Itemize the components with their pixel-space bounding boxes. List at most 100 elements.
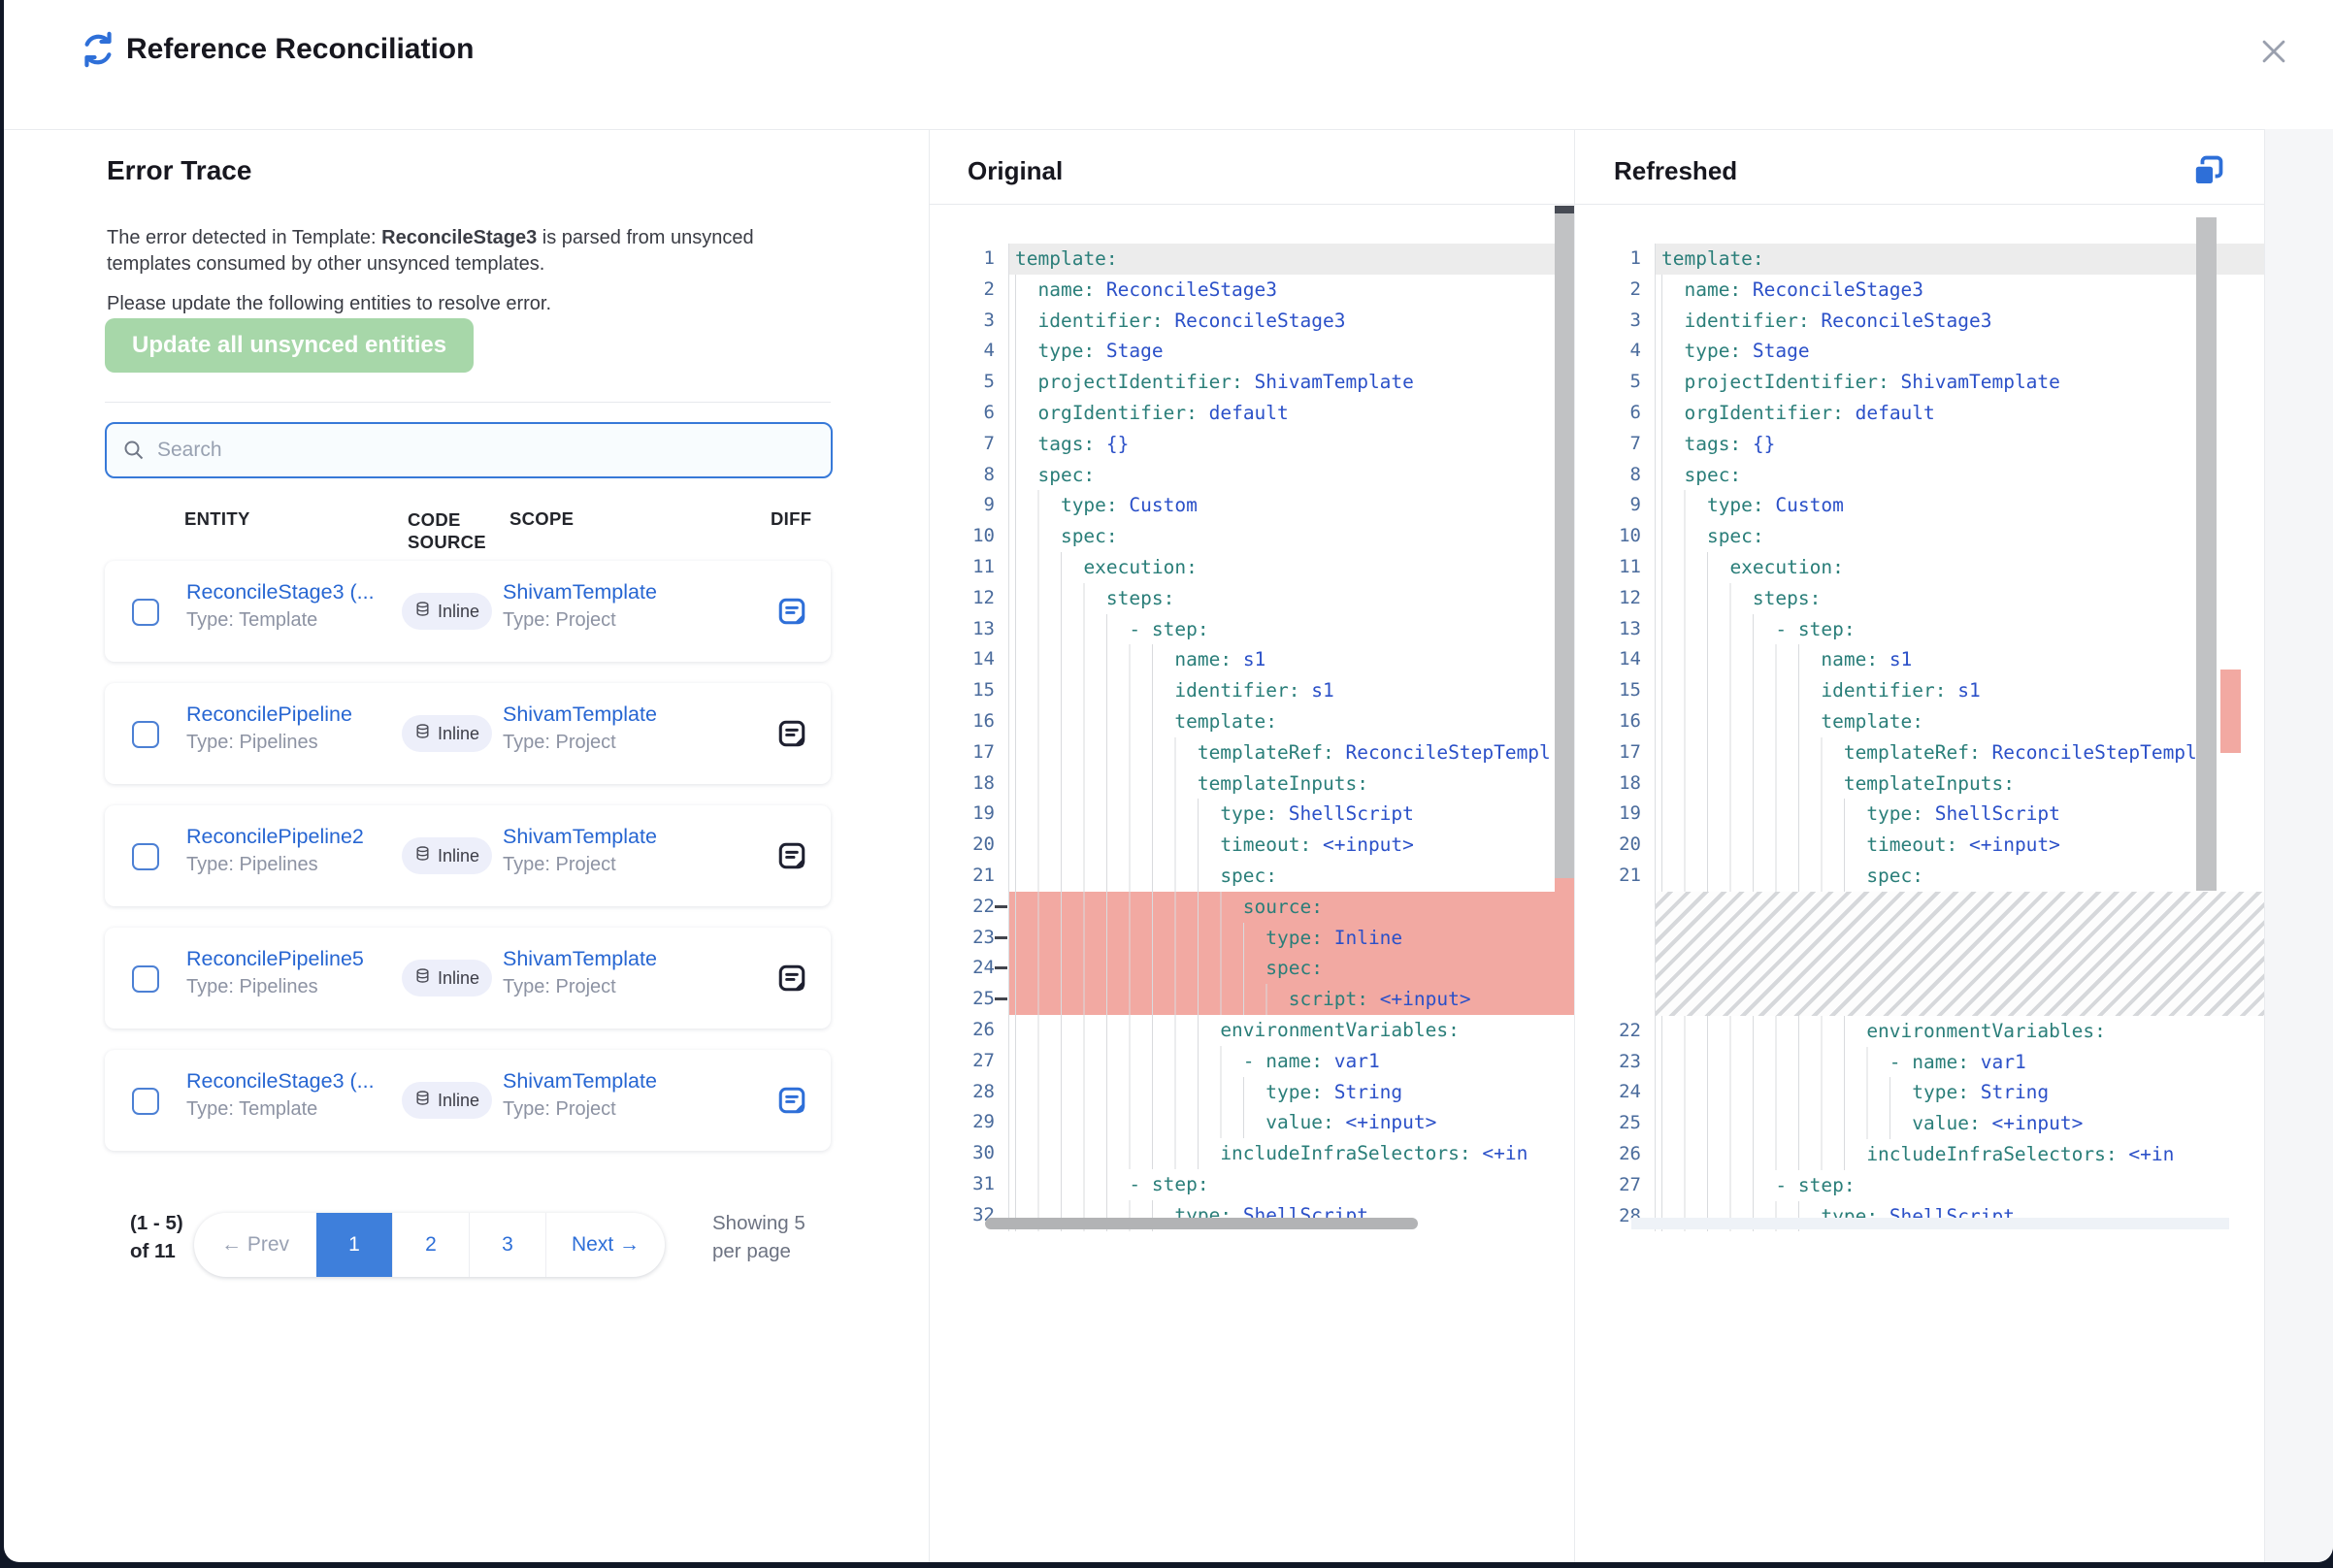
code-source-badge: Inline	[402, 960, 492, 996]
code-source-badge: Inline	[402, 593, 492, 630]
entity-type-label: Type: Pipelines	[186, 854, 390, 876]
scope-type-label: Type: Project	[503, 976, 726, 998]
original-horizontal-scrollbar[interactable]	[985, 1218, 1418, 1229]
dialog-title: Reference Reconciliation	[126, 33, 474, 66]
scope-link[interactable]: ShivamTemplate	[503, 947, 726, 971]
view-diff-button[interactable]	[776, 963, 807, 994]
code-line: 23- name: var1	[1575, 1047, 2264, 1078]
entity-cell: ReconcileStage3 (... Type: Template	[186, 1069, 390, 1121]
scope-cell: ShivamTemplate Type: Project	[503, 702, 726, 754]
search-input[interactable]	[155, 438, 831, 463]
entity-cell: ReconcileStage3 (... Type: Template	[186, 580, 390, 632]
page: Reference Reconciliation Error Trace The…	[0, 0, 2333, 1568]
code-line: 3identifier: ReconcileStage3	[1575, 306, 2264, 337]
view-diff-button[interactable]	[776, 1085, 807, 1116]
copy-icon[interactable]	[2189, 152, 2228, 191]
code-line: 16template:	[929, 706, 1574, 737]
code-line: 12steps:	[929, 583, 1574, 614]
code-line: 18templateInputs:	[1575, 768, 2264, 800]
scope-type-label: Type: Project	[503, 854, 726, 876]
refreshed-vertical-scrollbar[interactable]	[2196, 217, 2217, 891]
view-diff-button[interactable]	[776, 840, 807, 871]
code-line: 4type: Stage	[929, 336, 1574, 367]
inline-storage-icon	[414, 967, 431, 989]
code-line: 13- step:	[1575, 614, 2264, 645]
code-line: 19type: ShellScript	[1575, 799, 2264, 830]
scope-cell: ShivamTemplate Type: Project	[503, 947, 726, 998]
scope-link[interactable]: ShivamTemplate	[503, 702, 726, 727]
right-gutter	[2264, 129, 2333, 1562]
next-page-button[interactable]: Next →	[545, 1213, 665, 1277]
entity-cell: ReconcilePipeline Type: Pipelines	[186, 702, 390, 754]
code-line: 24type: String	[1575, 1077, 2264, 1108]
scope-cell: ShivamTemplate Type: Project	[503, 580, 726, 632]
code-line: 10spec:	[929, 521, 1574, 552]
column-scope: SCOPE	[509, 508, 574, 530]
row-checkbox[interactable]	[132, 843, 159, 870]
entity-cell: ReconcilePipeline5 Type: Pipelines	[186, 947, 390, 998]
code-line: 13- step:	[929, 614, 1574, 645]
entity-link[interactable]: ReconcileStage3 (...	[186, 1069, 390, 1094]
code-line: 17templateRef: ReconcileStepTempl	[929, 737, 1574, 768]
entity-table: ReconcileStage3 (... Type: Template Inli…	[105, 561, 831, 1172]
row-checkbox[interactable]	[132, 721, 159, 748]
divider	[105, 402, 831, 403]
entity-link[interactable]: ReconcileStage3 (...	[186, 580, 390, 604]
row-checkbox[interactable]	[132, 1088, 159, 1115]
column-diff: DIFF	[771, 508, 811, 530]
code-line: 18templateInputs:	[929, 768, 1574, 800]
code-line: 6orgIdentifier: default	[929, 398, 1574, 429]
scope-link[interactable]: ShivamTemplate	[503, 1069, 726, 1094]
code-line: 15identifier: s1	[1575, 675, 2264, 706]
code-line: 22environmentVariables:	[1575, 1016, 2264, 1047]
code-line: 5projectIdentifier: ShivamTemplate	[929, 367, 1574, 398]
prev-page-button[interactable]: ← Prev	[194, 1213, 316, 1277]
code-line: 10spec:	[1575, 521, 2264, 552]
error-description: The error detected in Template: Reconcil…	[107, 225, 786, 278]
code-source-label: Inline	[438, 968, 479, 989]
code-line: 16template:	[1575, 706, 2264, 737]
code-line: 7tags: {}	[929, 429, 1574, 460]
view-diff-button[interactable]	[776, 596, 807, 627]
table-row: ReconcilePipeline2 Type: Pipelines Inlin…	[105, 805, 831, 906]
view-diff-button[interactable]	[776, 718, 807, 749]
original-panel-title: Original	[968, 156, 1063, 186]
table-row: ReconcileStage3 (... Type: Template Inli…	[105, 1050, 831, 1151]
code-line: 28type: String	[929, 1077, 1574, 1108]
entity-link[interactable]: ReconcilePipeline	[186, 702, 390, 727]
code-line: 1template:	[1575, 244, 2264, 275]
code-line: 2name: ReconcileStage3	[1575, 275, 2264, 306]
original-panel: Original 1template:2name: ReconcileStage…	[929, 129, 1574, 1562]
page-button-1[interactable]: 1	[316, 1213, 392, 1277]
page-button-2[interactable]: 2	[392, 1213, 469, 1277]
pagination-range: (1 - 5) of 11	[130, 1209, 194, 1265]
error-trace-heading: Error Trace	[107, 155, 251, 186]
row-checkbox[interactable]	[132, 965, 159, 993]
inline-storage-icon	[414, 1090, 431, 1111]
table-row: ReconcilePipeline Type: Pipelines Inline…	[105, 683, 831, 784]
scope-link[interactable]: ShivamTemplate	[503, 825, 726, 849]
column-code-source: CODE SOURCE	[408, 508, 501, 553]
code-line: 31- step:	[929, 1169, 1574, 1200]
row-checkbox[interactable]	[132, 599, 159, 626]
pagination-page-size: Showing 5 per page	[712, 1209, 813, 1265]
original-code: 1template:2name: ReconcileStage33identif…	[929, 205, 1574, 1447]
entity-link[interactable]: ReconcilePipeline5	[186, 947, 390, 971]
entity-type-label: Type: Template	[186, 609, 390, 632]
removed-lines-hatch	[1575, 892, 2264, 1016]
code-line: 20timeout: <+input>	[1575, 830, 2264, 861]
update-all-unsynced-entities-button[interactable]: Update all unsynced entities	[105, 318, 474, 373]
entity-link[interactable]: ReconcilePipeline2	[186, 825, 390, 849]
code-source-label: Inline	[438, 846, 479, 866]
code-line: 23type: Inline	[929, 923, 1574, 954]
code-source-label: Inline	[438, 1091, 479, 1111]
code-line: 11execution:	[1575, 552, 2264, 583]
code-line: 2name: ReconcileStage3	[929, 275, 1574, 306]
original-vertical-scrollbar[interactable]	[1555, 213, 1574, 881]
code-line: 11execution:	[929, 552, 1574, 583]
code-line: 7tags: {}	[1575, 429, 2264, 460]
close-icon[interactable]	[2257, 35, 2296, 74]
code-line: 1template:	[929, 244, 1574, 275]
scope-link[interactable]: ShivamTemplate	[503, 580, 726, 604]
page-button-3[interactable]: 3	[469, 1213, 545, 1277]
